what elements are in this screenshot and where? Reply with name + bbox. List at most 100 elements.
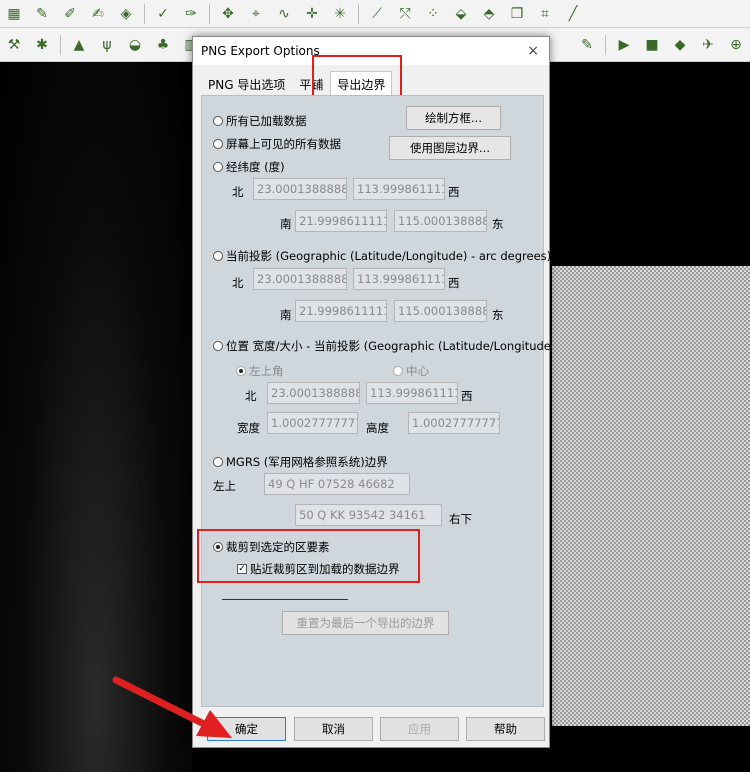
radio-indicator: [213, 116, 223, 126]
mgrs-top-left-field[interactable]: 49 Q HF 07528 46682: [264, 473, 410, 495]
use-layer-bounds-button[interactable]: 使用图层边界...: [389, 136, 511, 160]
radio-label: 位置 宽度/大小 - 当前投影 (Geographic (Latitude/Lo…: [226, 339, 551, 353]
plane-icon[interactable]: ✈: [696, 34, 720, 56]
width-label: 宽度: [237, 421, 260, 435]
cancel-button[interactable]: 取消: [294, 717, 373, 741]
toolbar-separator: [605, 34, 606, 55]
toolbar-separator: [358, 3, 359, 24]
height-label: 高度: [366, 421, 389, 435]
apply-button[interactable]: 应用: [380, 717, 459, 741]
south-label: 南: [280, 308, 292, 322]
star-icon[interactable]: ✳: [328, 3, 352, 25]
proj-north-field[interactable]: 23.00013888888: [253, 268, 347, 290]
stop-icon[interactable]: ■: [640, 34, 664, 56]
east-label: 东: [492, 308, 504, 322]
radio-indicator: [213, 162, 223, 172]
latlon-south-field[interactable]: 21.99986111111: [295, 210, 387, 232]
export-bounds-panel: 所有已加载数据 绘制方框... 屏幕上可见的所有数据 使用图层边界... 经纬度…: [197, 95, 551, 707]
pencil-icon[interactable]: ✐: [58, 3, 82, 25]
globe-add-icon[interactable]: ⊕: [724, 34, 748, 56]
top-left-label: 左上: [213, 479, 236, 493]
radio-indicator: [393, 366, 403, 376]
radio-top-left-corner[interactable]: 左上角: [236, 363, 284, 379]
pos-west-field[interactable]: 113.9998611111: [366, 382, 458, 404]
north-label: 北: [245, 389, 257, 403]
grid-icon[interactable]: ▦: [2, 3, 26, 25]
tab-png-options[interactable]: PNG 导出选项: [201, 71, 293, 95]
proj-east-field[interactable]: 115.0001388888: [394, 300, 487, 322]
radio-indicator: [213, 341, 223, 351]
separator-line: [222, 599, 348, 600]
raster-preview: [552, 266, 750, 726]
shape2-icon[interactable]: ⬘: [477, 3, 501, 25]
radio-indicator: [213, 457, 223, 467]
reset-last-bounds-button[interactable]: 重置为最后一个导出的边界: [282, 611, 449, 635]
pos-north-field[interactable]: 23.00013888888: [267, 382, 360, 404]
bottom-right-label: 右下: [449, 512, 472, 526]
check-icon[interactable]: ✓: [151, 3, 175, 25]
crop-highlight-box: [197, 529, 420, 583]
play-icon[interactable]: ▶: [612, 34, 636, 56]
path-icon[interactable]: ∿: [272, 3, 296, 25]
west-label: 西: [448, 276, 460, 290]
radio-indicator: [236, 366, 246, 376]
radio-mgrs[interactable]: MGRS (军用网格参照系统)边界: [213, 454, 388, 470]
line-icon[interactable]: ⟋: [365, 3, 389, 25]
latlon-north-field[interactable]: 23.00013888888: [253, 178, 347, 200]
latlon-east-field[interactable]: 115.0001388888: [394, 210, 487, 232]
hill-icon[interactable]: ◒: [123, 34, 147, 56]
brush-icon[interactable]: ✎: [575, 34, 599, 56]
radio-label: 所有已加载数据: [226, 114, 307, 128]
move-icon[interactable]: ✥: [216, 3, 240, 25]
plugin-icon[interactable]: ✱: [30, 34, 54, 56]
radio-position-size[interactable]: 位置 宽度/大小 - 当前投影 (Geographic (Latitude/Lo…: [213, 338, 551, 354]
west-label: 西: [461, 389, 473, 403]
latlon-west-field[interactable]: 113.9998611111: [353, 178, 445, 200]
north-label: 北: [232, 185, 244, 199]
tree-icon[interactable]: ♣: [151, 34, 175, 56]
grass-icon[interactable]: ψ: [95, 34, 119, 56]
pos-width-field[interactable]: 1.000277777777: [267, 412, 358, 434]
draw-icon[interactable]: ✑: [179, 3, 203, 25]
tool-icon[interactable]: ⚒: [2, 34, 26, 56]
radio-label: 屏幕上可见的所有数据: [226, 137, 341, 151]
radio-label: MGRS (军用网格参照系统)边界: [226, 455, 388, 469]
edit-icon[interactable]: ✍: [86, 3, 110, 25]
close-icon[interactable]: ×: [527, 43, 539, 59]
mgrs-bottom-right-field[interactable]: 50 Q KK 93542 34161: [295, 504, 442, 526]
radio-indicator: [213, 139, 223, 149]
proj-west-field[interactable]: 113.9998611111: [353, 268, 445, 290]
copy-icon[interactable]: ❐: [505, 3, 529, 25]
proj-south-field[interactable]: 21.99986111111: [295, 300, 387, 322]
radio-all-loaded[interactable]: 所有已加载数据: [213, 113, 307, 129]
radio-label: 经纬度 (度): [226, 160, 285, 174]
split-icon[interactable]: ⤲: [393, 3, 417, 25]
mountain-icon[interactable]: ▲: [67, 34, 91, 56]
radio-latlon[interactable]: 经纬度 (度): [213, 159, 285, 175]
map-view-left: [0, 62, 192, 772]
south-label: 南: [280, 217, 292, 231]
ruler-icon[interactable]: ╱: [561, 3, 585, 25]
crop-icon[interactable]: ⌗: [533, 3, 557, 25]
dialog-title: PNG Export Options: [201, 44, 320, 58]
radio-current-projection[interactable]: 当前投影 (Geographic (Latitude/Longitude) - …: [213, 248, 551, 264]
shape-icon[interactable]: ⬙: [449, 3, 473, 25]
annotation-arrow-icon: [112, 676, 232, 738]
paint-icon[interactable]: ◈: [114, 3, 138, 25]
radio-center[interactable]: 中心: [393, 363, 429, 379]
cross-icon[interactable]: ✛: [300, 3, 324, 25]
toolbar-separator: [209, 3, 210, 24]
turtle-icon[interactable]: ◆: [668, 34, 692, 56]
png-export-options-dialog: PNG Export Options × PNG 导出选项 平铺 导出边界 所有…: [192, 36, 551, 748]
pos-height-field[interactable]: 1.000277777777: [408, 412, 500, 434]
help-button[interactable]: 帮助: [466, 717, 545, 741]
radio-all-visible[interactable]: 屏幕上可见的所有数据: [213, 136, 341, 152]
radio-label: 中心: [406, 364, 429, 378]
draw-box-button[interactable]: 绘制方框...: [406, 106, 501, 130]
nodes-icon[interactable]: ⁘: [421, 3, 445, 25]
vertex-icon[interactable]: ⌖: [244, 3, 268, 25]
pen-icon[interactable]: ✎: [30, 3, 54, 25]
radio-indicator: [213, 251, 223, 261]
west-label: 西: [448, 185, 460, 199]
radio-label: 当前投影 (Geographic (Latitude/Longitude) - …: [226, 249, 552, 263]
